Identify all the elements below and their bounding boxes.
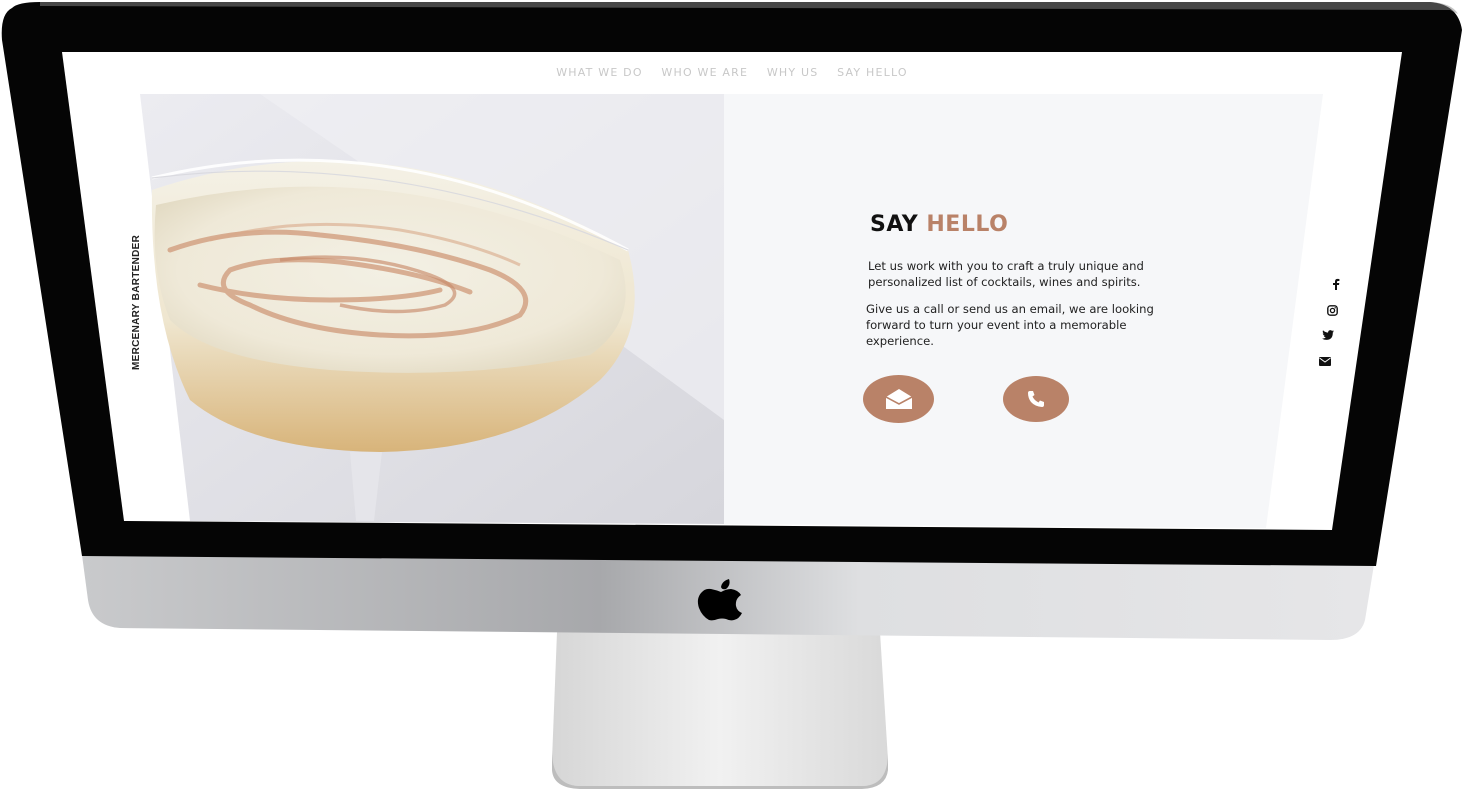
contact-line-2: forward to turn your event into a memora… bbox=[866, 318, 1127, 332]
contact-paragraph: Give us a call or send us an email, we a… bbox=[866, 301, 1216, 349]
twitter-icon[interactable] bbox=[1320, 327, 1336, 343]
email-button[interactable] bbox=[863, 375, 934, 423]
contact-line-3: experience. bbox=[866, 334, 934, 348]
contact-line-1: Give us a call or send us an email, we a… bbox=[866, 302, 1154, 316]
intro-paragraph: Let us work with you to craft a truly un… bbox=[868, 258, 1218, 290]
nav-item-what-we-do[interactable]: WHAT WE DO bbox=[556, 66, 643, 79]
imac-monitor: WHAT WE DO WHO WE ARE WHY US SAY HELLO M… bbox=[0, 0, 1464, 790]
intro-line-2: personalized list of cocktails, wines an… bbox=[868, 275, 1141, 289]
site-nav: WHAT WE DO WHO WE ARE WHY US SAY HELLO bbox=[0, 66, 1464, 79]
nav-item-who-we-are[interactable]: WHO WE ARE bbox=[661, 66, 748, 79]
title-word-hello: HELLO bbox=[926, 212, 1009, 237]
intro-line-1: Let us work with you to craft a truly un… bbox=[868, 259, 1144, 273]
nav-item-say-hello[interactable]: SAY HELLO bbox=[837, 66, 908, 79]
open-envelope-icon bbox=[885, 389, 912, 409]
monitor-bezel bbox=[1, 2, 1463, 640]
phone-button[interactable] bbox=[1003, 376, 1069, 422]
phone-icon bbox=[1028, 391, 1044, 407]
nav-item-why-us[interactable]: WHY US bbox=[767, 66, 819, 79]
apple-logo-icon bbox=[697, 579, 742, 621]
brand-vertical-logo[interactable]: MERCENARY BARTENDER bbox=[131, 235, 142, 370]
facebook-icon[interactable] bbox=[1328, 276, 1344, 292]
title-word-say: SAY bbox=[870, 212, 919, 237]
envelope-icon[interactable] bbox=[1317, 353, 1333, 369]
instagram-icon[interactable] bbox=[1324, 302, 1340, 318]
section-title: SAY HELLO bbox=[870, 212, 1008, 237]
